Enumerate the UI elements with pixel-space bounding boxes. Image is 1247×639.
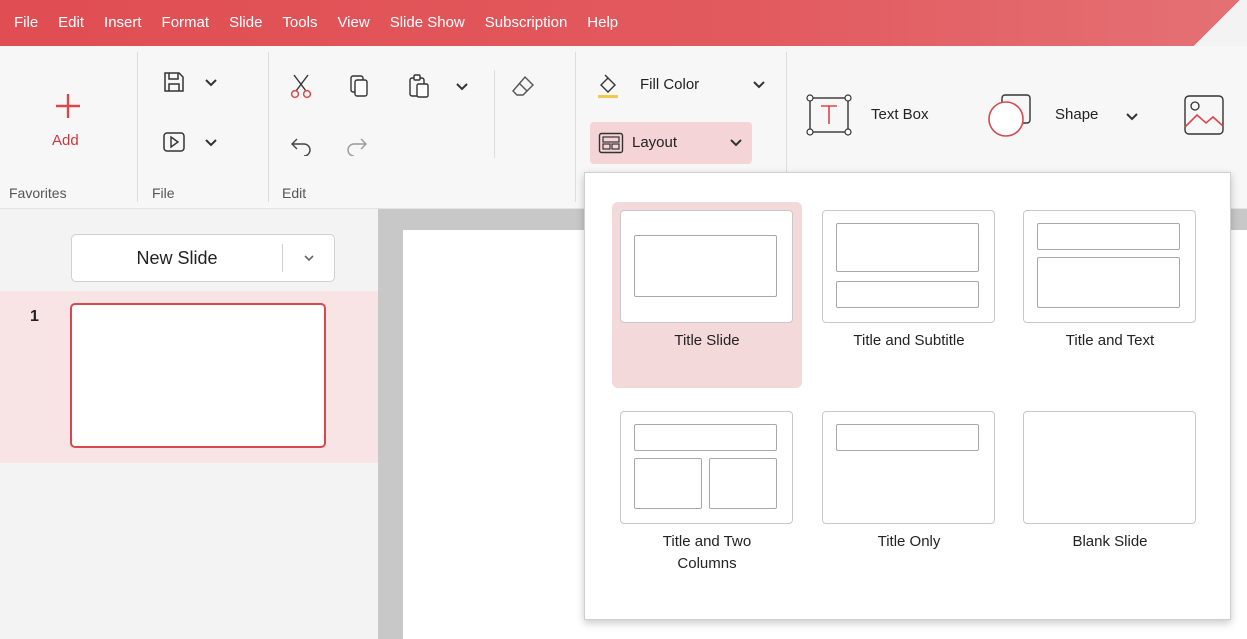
text-box-icon-button[interactable] — [803, 92, 855, 138]
layout-option-title-only[interactable]: Title Only — [814, 403, 1004, 589]
paste-icon — [409, 74, 429, 98]
layout-preview — [1023, 411, 1196, 524]
title-placeholder — [1037, 223, 1180, 250]
title-placeholder — [836, 424, 979, 451]
layout-option-label: Blank Slide — [1072, 533, 1148, 550]
slide-thumbnail-row[interactable]: 1 — [0, 291, 378, 463]
title-placeholder — [634, 424, 777, 451]
play-icon — [163, 132, 185, 152]
menu-insert[interactable]: Insert — [94, 0, 152, 46]
clear-formatting-button[interactable] — [509, 72, 537, 100]
subtitle-placeholder — [836, 281, 979, 308]
layout-option-label: Title Only — [877, 533, 941, 550]
layout-label: Layout — [632, 134, 678, 151]
shape-dropdown-chevron[interactable] — [1125, 110, 1139, 124]
slides-panel: New Slide 1 — [0, 209, 378, 639]
text-box-label[interactable]: Text Box — [871, 106, 929, 123]
menu-subscription[interactable]: Subscription — [475, 0, 578, 46]
layout-option-title-and-text[interactable]: Title and Text — [1015, 202, 1205, 388]
save-dropdown-chevron[interactable] — [204, 76, 218, 90]
text-box-icon — [806, 94, 852, 136]
edit-group-label: Edit — [282, 185, 307, 201]
menu-tools[interactable]: Tools — [272, 0, 327, 46]
picture-icon — [1184, 95, 1224, 135]
edit-inner-divider — [494, 70, 495, 158]
scissors-icon — [290, 74, 312, 99]
shape-icon-button[interactable] — [985, 90, 1035, 140]
layout-option-label: Title and Subtitle — [853, 332, 965, 349]
text-placeholder — [1037, 257, 1180, 308]
paint-bucket-icon — [598, 74, 618, 98]
redo-icon — [347, 138, 367, 156]
chevron-down-icon — [753, 81, 765, 89]
layout-preview — [620, 210, 793, 323]
file-group-label: File — [152, 185, 175, 201]
favorites-group: Add Favorites — [0, 46, 137, 209]
chevron-down-icon — [205, 139, 217, 147]
menu-bar: File Edit Insert Format Slide Tools View… — [0, 0, 1247, 46]
layout-dropdown: Title Slide Title and Subtitle Title and… — [584, 172, 1231, 620]
layout-option-blank-slide[interactable]: Blank Slide — [1015, 403, 1205, 589]
new-slide-dropdown[interactable] — [283, 254, 334, 262]
layout-option-label: Title and Two Columns — [662, 533, 752, 572]
layout-option-label: Title Slide — [674, 332, 740, 349]
menu-slide-show[interactable]: Slide Show — [380, 0, 475, 46]
copy-button[interactable] — [345, 72, 373, 100]
save-button[interactable] — [160, 68, 188, 96]
redo-button[interactable] — [343, 132, 371, 160]
edit-group: Edit — [269, 46, 575, 209]
add-label[interactable]: Add — [52, 132, 79, 149]
menu-file[interactable]: File — [4, 0, 48, 46]
file-group: File — [138, 46, 267, 209]
chevron-down-icon — [205, 79, 217, 87]
new-slide-button[interactable]: New Slide — [71, 234, 335, 282]
layout-preview — [1023, 210, 1196, 323]
menu-slide[interactable]: Slide — [219, 0, 272, 46]
chevron-down-icon — [303, 254, 314, 261]
undo-icon — [291, 138, 311, 156]
menu-help[interactable]: Help — [577, 0, 628, 46]
right-column-placeholder — [709, 458, 777, 509]
layout-icon — [598, 132, 624, 154]
new-slide-label: New Slide — [136, 247, 218, 268]
layout-preview — [620, 411, 793, 524]
slide-number: 1 — [30, 308, 39, 325]
shape-icon — [988, 94, 1031, 137]
layout-option-title-and-subtitle[interactable]: Title and Subtitle — [814, 202, 1004, 388]
fill-color-dropdown-chevron[interactable] — [752, 78, 766, 92]
save-icon — [164, 72, 184, 92]
menu-edit[interactable]: Edit — [48, 0, 94, 46]
paste-dropdown-chevron[interactable] — [455, 80, 469, 94]
shape-label[interactable]: Shape — [1055, 106, 1098, 123]
title-placeholder — [836, 223, 979, 272]
fill-color-label[interactable]: Fill Color — [640, 76, 699, 93]
layout-option-title-slide[interactable]: Title Slide — [612, 202, 802, 388]
menu-bar-edge — [1187, 0, 1247, 46]
chevron-down-icon — [730, 139, 742, 147]
title-placeholder — [634, 235, 777, 297]
layout-option-title-and-two-columns[interactable]: Title and Two Columns — [612, 403, 802, 599]
fill-color-icon-button[interactable] — [594, 72, 622, 100]
undo-button[interactable] — [287, 132, 315, 160]
chevron-down-icon — [456, 83, 468, 91]
picture-button[interactable] — [1181, 92, 1227, 138]
eraser-icon — [512, 75, 534, 96]
layout-preview — [822, 210, 995, 323]
plus-icon — [56, 94, 80, 118]
menu-view[interactable]: View — [327, 0, 379, 46]
favorites-group-label: Favorites — [9, 185, 67, 201]
left-column-placeholder — [634, 458, 702, 509]
layout-option-label: Title and Text — [1065, 332, 1155, 349]
add-button[interactable] — [50, 88, 86, 124]
paste-button[interactable] — [405, 72, 433, 100]
play-slideshow-button[interactable] — [160, 128, 188, 156]
chevron-down-icon — [1126, 113, 1138, 121]
copy-icon — [350, 75, 368, 97]
menu-format[interactable]: Format — [152, 0, 220, 46]
layout-button[interactable]: Layout — [590, 122, 752, 164]
cut-button[interactable] — [287, 72, 315, 100]
play-dropdown-chevron[interactable] — [204, 136, 218, 150]
slide-thumbnail[interactable] — [70, 303, 326, 448]
layout-preview — [822, 411, 995, 524]
